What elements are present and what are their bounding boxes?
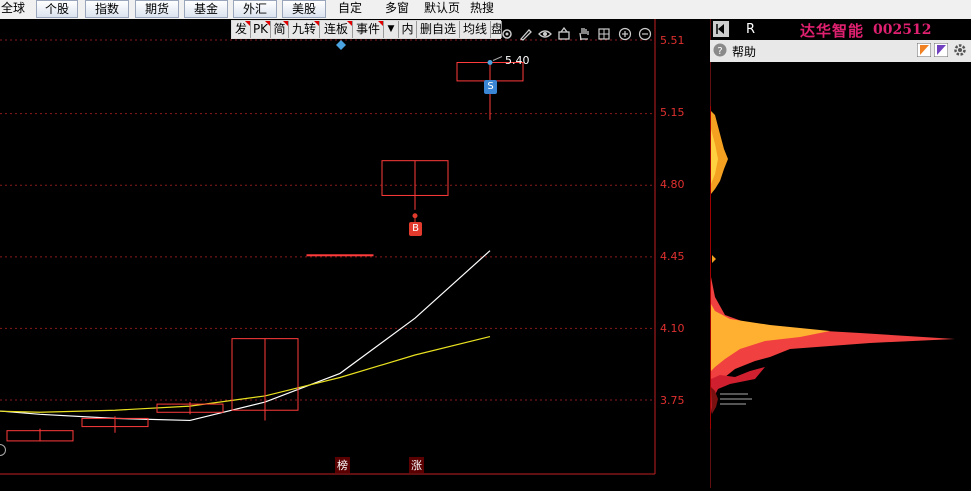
event-tag-zhang[interactable]: 涨: [409, 457, 424, 473]
zoom-in-icon[interactable]: [618, 27, 632, 41]
top-nav-bar: 全球 个股 指数 期货 基金 外汇 美股 自定 多窗 默认页 热搜: [0, 0, 971, 20]
back-arrow-icon: [716, 24, 724, 34]
tool-lianban[interactable]: 连板: [320, 21, 353, 38]
nav-hot-search[interactable]: 热搜: [466, 0, 498, 17]
pen-icon[interactable]: [519, 27, 533, 41]
settings-icon[interactable]: [500, 27, 514, 41]
event-tag-bang[interactable]: 榜: [335, 457, 350, 473]
tool-pk[interactable]: PK: [251, 21, 271, 38]
chip-profile-upper: [711, 111, 728, 194]
right-panel: [709, 19, 971, 488]
hand-icon[interactable]: [577, 27, 591, 41]
current-price-marker: [712, 255, 716, 263]
tool-nei[interactable]: 内: [399, 21, 417, 38]
stock-name: 达华智能: [800, 22, 865, 40]
y-tick-label: 4.45: [660, 250, 685, 263]
chip-distribution: [709, 19, 971, 488]
nav-custom[interactable]: 自定: [334, 0, 366, 17]
candle: [306, 254, 374, 257]
kline-chart[interactable]: [0, 19, 710, 488]
nav-index[interactable]: 指数: [85, 0, 129, 18]
flag-orange-icon[interactable]: [917, 43, 931, 57]
nav-fund[interactable]: 基金: [184, 0, 228, 18]
sell-marker[interactable]: S: [484, 80, 497, 94]
chip-profile-lower: [711, 277, 955, 414]
eye-icon[interactable]: [538, 27, 552, 41]
tool-dropdown[interactable]: ▼: [384, 21, 399, 38]
y-tick-label: 3.75: [660, 394, 685, 407]
basket-icon[interactable]: [557, 27, 571, 41]
back-button[interactable]: [713, 21, 729, 37]
y-tick-label: 5.15: [660, 106, 685, 119]
nav-default-page[interactable]: 默认页: [421, 0, 463, 17]
tool-fa[interactable]: 发: [232, 21, 251, 38]
tool-jian[interactable]: 简: [271, 21, 289, 38]
nav-stock[interactable]: 个股: [36, 0, 78, 18]
high-point-dot: [487, 60, 493, 65]
nav-multi-window[interactable]: 多窗: [381, 0, 413, 17]
svg-text:?: ?: [717, 46, 722, 57]
grid-icon[interactable]: [597, 27, 611, 41]
tool-delete-favorite[interactable]: 删自选: [417, 21, 460, 38]
help-icon[interactable]: ?: [713, 43, 727, 57]
buy-point-dot: [412, 213, 418, 219]
y-tick-label: 4.10: [660, 322, 685, 335]
nav-futures[interactable]: 期货: [135, 0, 179, 18]
event-diamond-icon[interactable]: [336, 40, 346, 50]
stock-code: 002512: [873, 22, 932, 38]
y-tick-label: 4.80: [660, 178, 685, 191]
y-tick-label: 5.51: [660, 34, 685, 47]
gear-icon[interactable]: [953, 43, 967, 57]
high-price-label: 5.40: [505, 54, 530, 67]
buy-marker[interactable]: B: [409, 222, 422, 236]
tool-jiuzhuan[interactable]: 九转: [289, 21, 320, 38]
nav-global[interactable]: 全球: [0, 0, 26, 17]
tool-event[interactable]: 事件: [353, 21, 384, 38]
flag-purple-icon[interactable]: [934, 43, 948, 57]
chart-svg: [0, 19, 710, 488]
nav-us-stock[interactable]: 美股: [282, 0, 326, 18]
r-label: R: [746, 22, 756, 37]
help-label[interactable]: 帮助: [732, 43, 756, 60]
nav-forex[interactable]: 外汇: [233, 0, 277, 18]
tool-ma[interactable]: 均线: [460, 21, 491, 38]
zoom-out-icon[interactable]: [638, 27, 652, 41]
